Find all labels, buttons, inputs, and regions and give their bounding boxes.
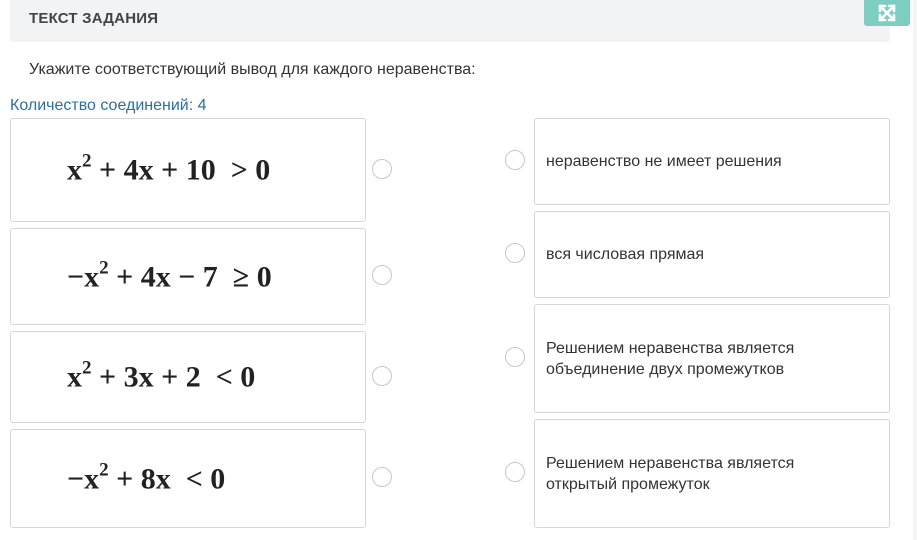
answer-4-text: Решением неравенства является открытый п…	[546, 455, 795, 493]
formula-4: −x2 + 8x < 0	[67, 459, 226, 495]
answer-card-4[interactable]: Решением неравенства является открытый п…	[534, 419, 890, 528]
answer-2-connector[interactable]	[505, 243, 525, 263]
task-header: ТЕКСТ ЗАДАНИЯ	[10, 0, 890, 42]
answer-2-text: вся числовая прямая	[546, 246, 705, 263]
answer-3-connector[interactable]	[505, 347, 525, 367]
answer-4-connector[interactable]	[505, 462, 525, 482]
answer-card-3[interactable]: Решением неравенства является объединени…	[534, 304, 890, 413]
formula-4-connector[interactable]	[372, 467, 392, 487]
formula-card-1[interactable]: x2 + 4x + 10 > 0	[10, 118, 366, 222]
expand-arrows-icon	[878, 4, 896, 22]
formula-card-4[interactable]: −x2 + 8x < 0	[10, 429, 366, 528]
formula-3-connector[interactable]	[372, 366, 392, 386]
formula-2: −x2 + 4x − 7 ≥ 0	[67, 257, 272, 293]
task-header-title: ТЕКСТ ЗАДАНИЯ	[29, 10, 159, 27]
answer-card-2[interactable]: вся числовая прямая	[534, 211, 890, 298]
connections-count: Количество соединений: 4	[10, 97, 207, 114]
formula-1-connector[interactable]	[372, 159, 392, 179]
answer-1-connector[interactable]	[505, 150, 525, 170]
formula-1: x2 + 4x + 10 > 0	[67, 150, 271, 187]
formula-3: x2 + 3x + 2 < 0	[67, 357, 256, 394]
answer-3-text: Решением неравенства является объединени…	[546, 340, 795, 378]
answer-card-1[interactable]: неравенство не имеет решения	[534, 118, 890, 205]
formula-2-connector[interactable]	[372, 265, 392, 285]
expand-button[interactable]	[864, 0, 910, 26]
page-scrollbar[interactable]	[913, 0, 917, 540]
formula-card-2[interactable]: −x2 + 4x − 7 ≥ 0	[10, 228, 366, 325]
answer-1-text: неравенство не имеет решения	[546, 153, 782, 170]
task-instruction: Укажите соответствующий вывод для каждог…	[29, 61, 476, 78]
formula-card-3[interactable]: x2 + 3x + 2 < 0	[10, 331, 366, 423]
